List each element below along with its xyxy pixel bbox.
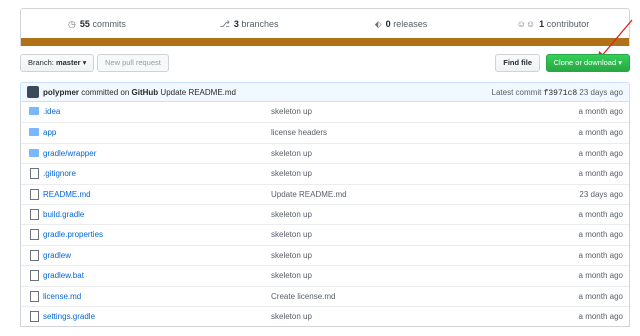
- folder-icon: [29, 107, 39, 115]
- commit-age: 23 days ago: [579, 189, 623, 199]
- commit-age: a month ago: [578, 128, 623, 138]
- commit-platform: GitHub: [131, 88, 159, 97]
- commit-author[interactable]: polypmer: [43, 88, 79, 97]
- commit-message-link[interactable]: skeleton up: [271, 169, 312, 178]
- clone-label: Clone or download: [553, 58, 617, 67]
- contributors-label: contributor: [546, 19, 590, 29]
- file-name-link[interactable]: settings.gradle: [43, 312, 95, 321]
- avatar[interactable]: [27, 86, 39, 98]
- commit-sha[interactable]: f3971c8: [544, 89, 578, 98]
- repo-summary: ◷ 55 commits ⎇ 3 branches ⬖ 0 releases ☺☺ 1 …: [20, 8, 630, 46]
- file-name-link[interactable]: gradle/wrapper: [43, 149, 96, 158]
- commit-age: 23 days ago: [579, 88, 623, 97]
- folder-icon: [29, 148, 39, 157]
- latest-commit-label: Latest commit: [491, 88, 542, 97]
- table-row: settings.gradle skeleton up a month ago: [21, 305, 629, 326]
- releases-count: 0: [385, 18, 391, 29]
- file-name-link[interactable]: .idea: [43, 107, 60, 116]
- commit-message-link[interactable]: license headers: [271, 128, 327, 137]
- folder-icon: [29, 128, 39, 137]
- file-name-link[interactable]: build.gradle: [43, 210, 84, 219]
- branch-select-button[interactable]: Branch: master ▾: [20, 54, 95, 72]
- file-icon: [30, 188, 39, 200]
- committed-on-text: committed on: [81, 88, 130, 97]
- caret-down-icon: ▾: [82, 58, 87, 67]
- commit-age: a month ago: [578, 311, 623, 321]
- table-row: build.gradle skeleton up a month ago: [21, 203, 629, 224]
- table-row: gradle/wrapper skeleton up a month ago: [21, 142, 629, 163]
- file-icon: [30, 249, 39, 261]
- commit-message-link[interactable]: skeleton up: [271, 230, 312, 239]
- commit-age: a month ago: [578, 271, 623, 281]
- commit-age: a month ago: [578, 250, 623, 260]
- file-name-link[interactable]: gradlew.bat: [43, 271, 84, 280]
- branches-label: branches: [241, 18, 279, 29]
- file-icon: [30, 168, 39, 180]
- find-file-button[interactable]: Find file: [495, 54, 540, 72]
- releases-label: releases: [393, 18, 428, 29]
- file-icon: [30, 208, 39, 220]
- commit-message-link[interactable]: skeleton up: [271, 107, 312, 116]
- language-bar: [21, 38, 629, 46]
- table-row: gradlew skeleton up a month ago: [21, 244, 629, 265]
- contributors-count: 1: [539, 19, 545, 29]
- commit-message-link[interactable]: Create license.md: [271, 292, 335, 301]
- commit-age: a month ago: [578, 148, 623, 158]
- people-icon: ☺☺: [516, 19, 536, 29]
- commits-label: commits: [92, 18, 126, 29]
- commit-message-link[interactable]: skeleton up: [271, 149, 312, 158]
- commits-count: 55: [79, 18, 90, 29]
- commit-age: a month ago: [578, 230, 623, 240]
- latest-commit-info: Latest commit f3971c8 23 days ago: [492, 88, 623, 98]
- table-row: gradlew.bat skeleton up a month ago: [21, 265, 629, 285]
- commit-age: a month ago: [578, 107, 623, 116]
- file-list: .idea skeleton up a month ago app license he…: [20, 102, 630, 328]
- commit-message-link[interactable]: skeleton up: [271, 210, 312, 219]
- branches-count: 3: [233, 18, 239, 29]
- commit-message-link[interactable]: skeleton up: [271, 312, 312, 321]
- branches-link[interactable]: ⎇ 3 branches: [173, 19, 325, 30]
- commit-age: a month ago: [578, 209, 623, 219]
- table-row: gradle.properties skeleton up a month ago: [21, 224, 629, 244]
- file-name-link[interactable]: gradle.properties: [43, 230, 103, 239]
- commit-message-link[interactable]: skeleton up: [271, 271, 312, 280]
- clone-or-download-button[interactable]: Clone or download ▾: [545, 54, 630, 72]
- commit-age: a month ago: [578, 169, 623, 179]
- table-row: README.md Update README.md 23 days ago: [21, 183, 629, 204]
- file-navigation: Branch: master ▾ New pull request Find f…: [20, 54, 630, 74]
- branch-prefix: Branch:: [28, 58, 54, 67]
- branch-name: master: [55, 58, 81, 67]
- history-icon: ◷: [68, 18, 76, 29]
- commits-link[interactable]: ◷ 55 commits: [21, 19, 173, 30]
- releases-link[interactable]: ⬖ 0 releases: [325, 19, 477, 30]
- commit-message-link[interactable]: Update README.md: [271, 190, 347, 199]
- commit-age: a month ago: [578, 291, 623, 301]
- table-row: .gitignore skeleton up a month ago: [21, 163, 629, 183]
- file-icon: [30, 270, 39, 282]
- file-name-link[interactable]: .gitignore: [43, 169, 76, 178]
- file-name-link[interactable]: gradlew: [43, 251, 71, 260]
- file-icon: [30, 310, 39, 322]
- file-icon: [30, 229, 39, 241]
- commit-message-link[interactable]: skeleton up: [271, 251, 312, 260]
- caret-down-icon: ▾: [618, 58, 622, 67]
- table-row: license.md Create license.md a month ago: [21, 285, 629, 306]
- latest-commit-bar: polypmer committed on GitHub Update READ…: [20, 82, 630, 102]
- table-row: .idea skeleton up a month ago: [21, 102, 629, 122]
- tag-icon: ⬖: [374, 18, 382, 29]
- branch-icon: ⎇: [219, 18, 230, 29]
- table-row: app license headers a month ago: [21, 122, 629, 142]
- file-name-link[interactable]: license.md: [43, 292, 81, 301]
- commit-message[interactable]: Update README.md: [160, 88, 236, 97]
- file-icon: [30, 290, 39, 302]
- commit-info: polypmer committed on GitHub Update READ…: [43, 88, 236, 97]
- new-pull-request-button[interactable]: New pull request: [97, 54, 169, 72]
- file-name-link[interactable]: app: [43, 128, 56, 137]
- file-name-link[interactable]: README.md: [43, 190, 91, 199]
